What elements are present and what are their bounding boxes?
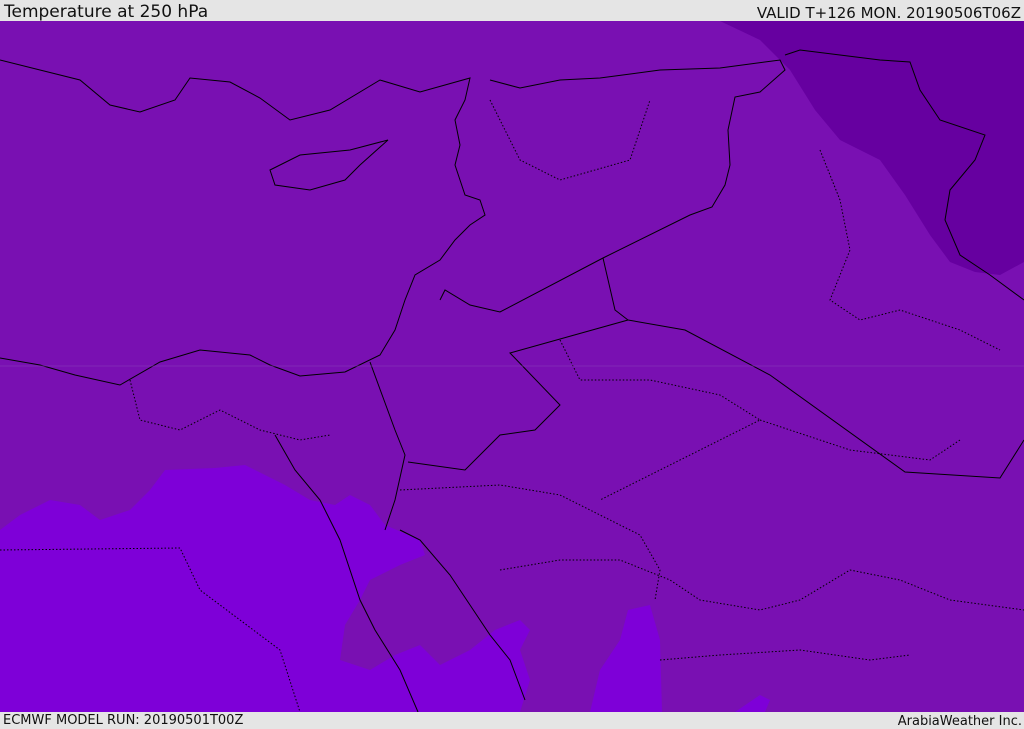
map-title: Temperature at 250 hPa [4, 2, 209, 22]
temperature-map [0, 21, 1024, 712]
valid-time: VALID T+126 MON. 20190506T06Z [756, 4, 1021, 22]
brand-credit: ArabiaWeather Inc. [897, 714, 1022, 729]
footer-bar: ECMWF MODEL RUN: 20190501T00Z ArabiaWeat… [0, 712, 1024, 729]
header-bar: Temperature at 250 hPa VALID T+126 MON. … [0, 0, 1024, 21]
model-run: ECMWF MODEL RUN: 20190501T00Z [3, 713, 244, 728]
